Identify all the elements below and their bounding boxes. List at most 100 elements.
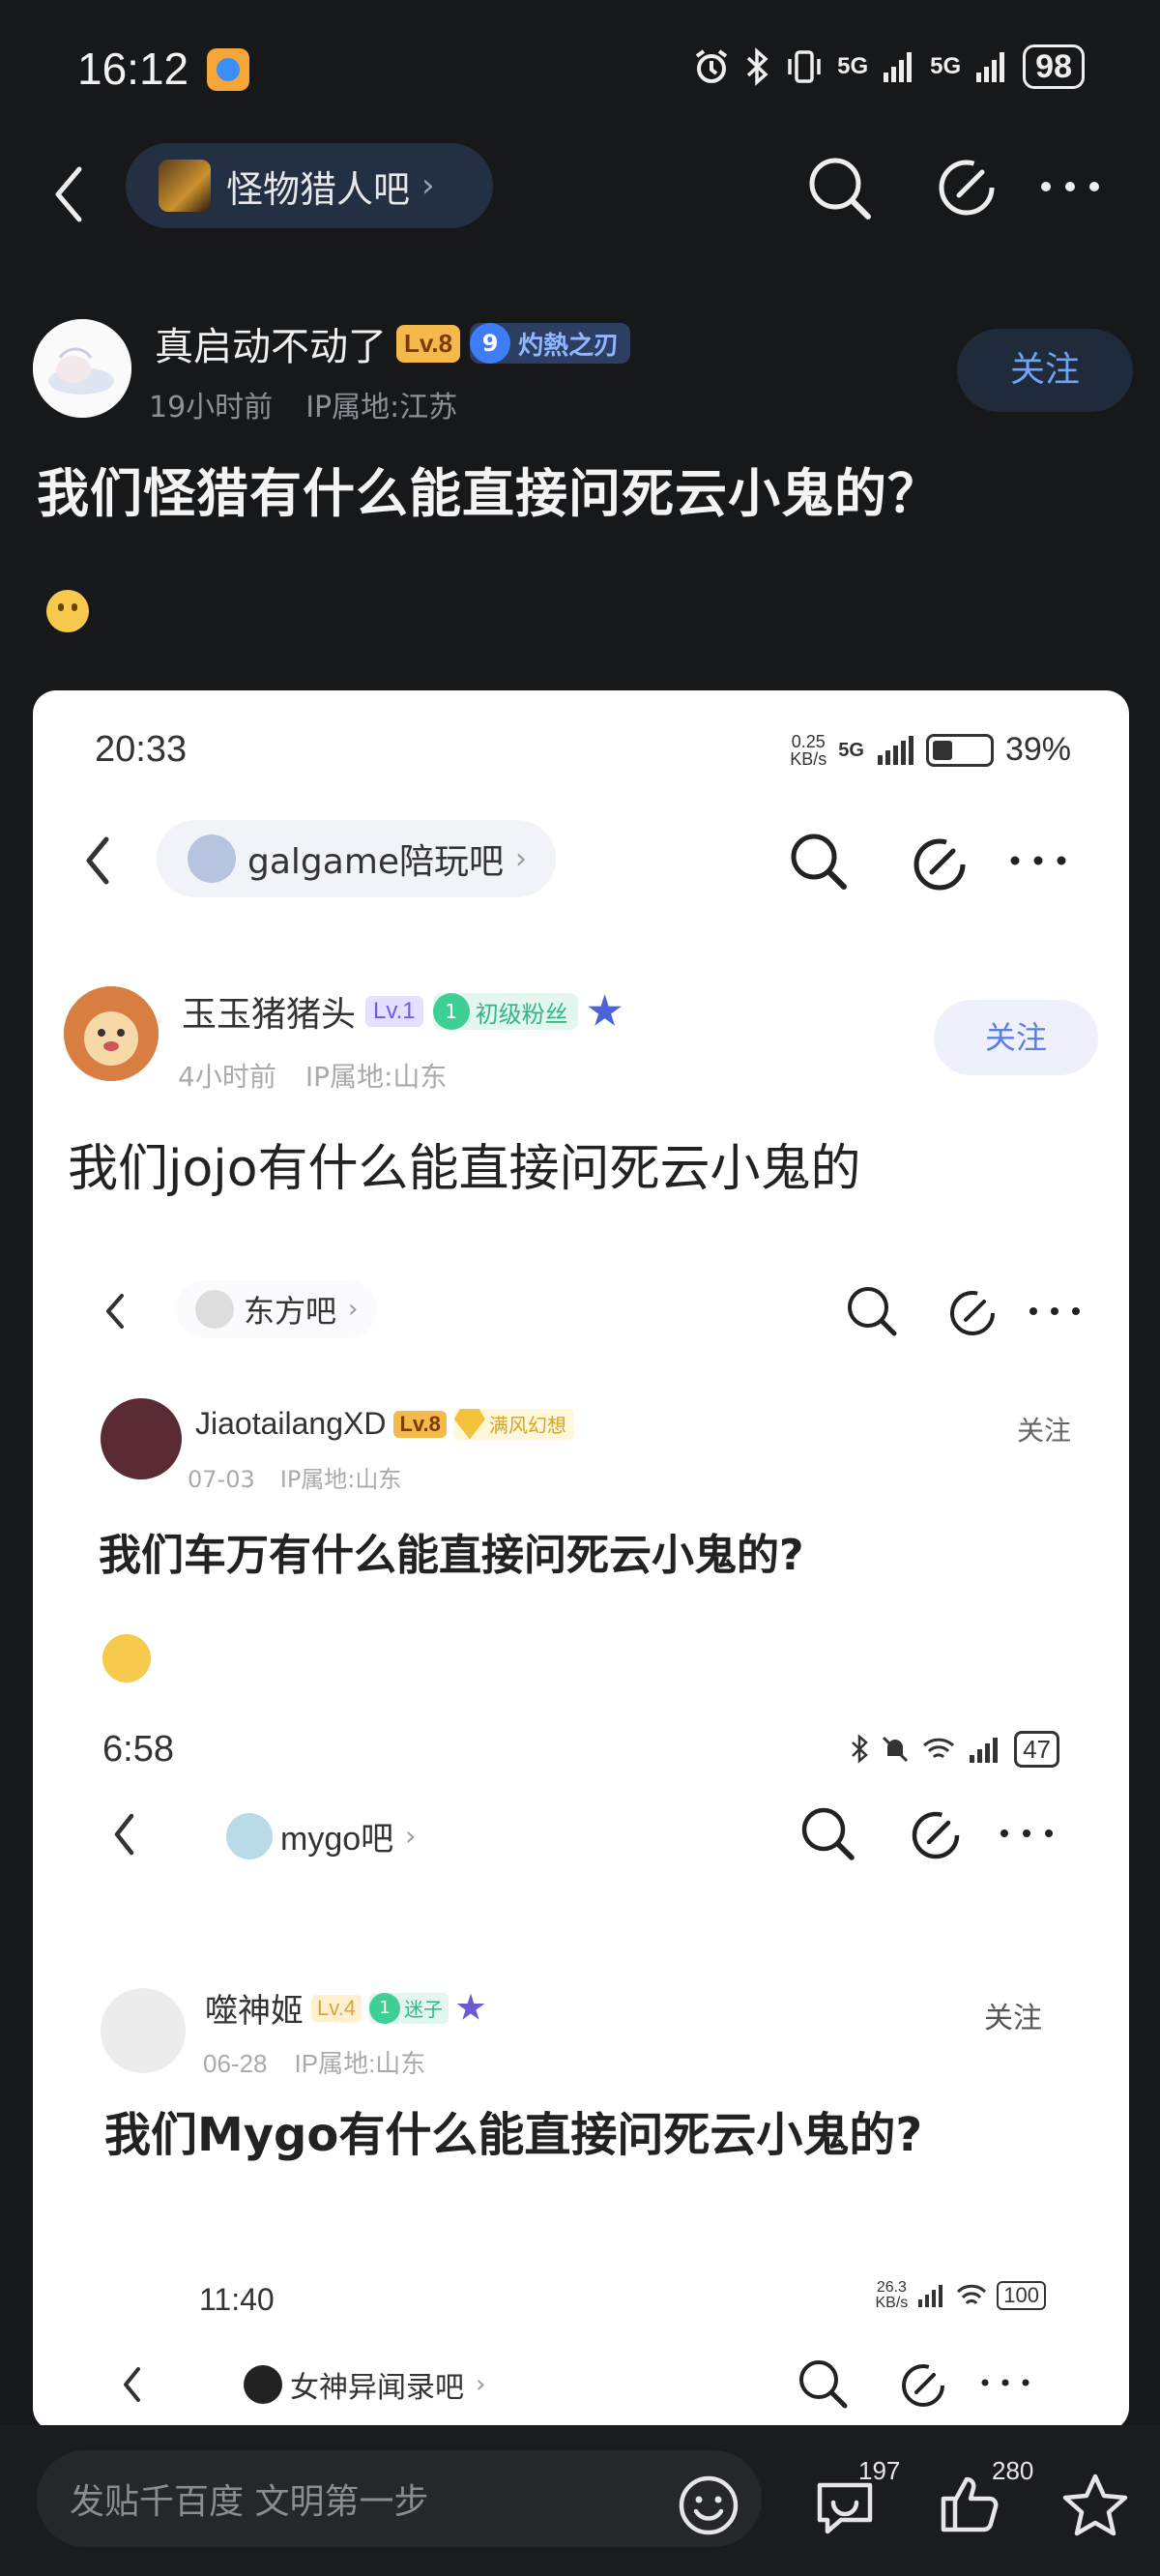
embedded-screenshot[interactable]: 20:33 0.25 KB/s 5G 39% galgame陪玩吧 › 玉玉猪猪… [33,690,1129,2431]
embed2-level-badge: Lv.8 [393,1410,447,1438]
author-name[interactable]: 真启动不动了 [155,315,387,371]
forum-name: 怪物猎人吧 [226,167,411,211]
follow-button[interactable]: 关注 [957,329,1133,412]
edit-post-icon [912,1811,960,1859]
wifi-icon [957,2284,987,2305]
embed3-forum-pill: mygo吧 › [226,1812,416,1859]
embed2-post-date: 07-03 [188,1466,255,1493]
embed-status-time: 20:33 [95,729,188,770]
back-icon [114,1813,134,1856]
status-icons: 5G 5G 98 [692,44,1085,89]
embed3-post-date: 06-28 [203,2049,268,2078]
status-bar: 16:12 5G 5G 98 [0,0,1160,135]
search-icon [848,1287,897,1336]
embed-author-name: 玉玉猪猪头 [182,995,357,1035]
embed-battery-icon [925,733,994,767]
embed3-status-time: 6:58 [102,1729,174,1770]
search-icon [799,2360,848,2409]
embed-net-speed: 0.25 KB/s [790,731,827,769]
embed2-forum-pill: 东方吧 › [176,1280,378,1338]
embed3-fan-badge: 1 迷子 [368,1992,449,2024]
back-icon [124,2367,140,2402]
embed3-forum-name: mygo吧 [280,1821,394,1858]
embed-forum-pill: galgame陪玩吧 › [157,820,557,897]
embed-follow-button: 关注 [934,1000,1098,1075]
embed2-follow-button: 关注 [1016,1415,1071,1447]
more-icon [1000,1830,1053,1837]
embed3-author-avatar [101,1988,186,2073]
bluetooth-icon [852,1734,868,1764]
embed2-post-meta: 07-03 IP属地:山东 [188,1460,401,1494]
edit-post-icon[interactable] [938,155,1000,217]
embed2-tag-label: 满风幻想 [488,1414,566,1437]
mute-bell-icon [883,1736,909,1763]
chevron-right-icon: › [515,841,528,876]
back-icon[interactable] [50,161,89,228]
more-icon [1030,1307,1080,1315]
chevron-right-icon: › [348,1295,359,1324]
star-favorite-icon[interactable] [1061,2472,1129,2537]
embed3-forum-logo [226,1812,273,1859]
search-icon [791,834,847,890]
embed-post-meta: 4小时前 IP属地:山东 [178,1056,447,1095]
signal-label-2: 5G [930,53,962,79]
embed-battery-label: 39% [1004,731,1071,768]
signal-bars-icon [976,52,1005,82]
post-meta: 19小时前 IP属地:江苏 [149,383,457,425]
diamond-icon [453,1408,485,1440]
signal-bars-icon [970,1738,999,1763]
search-icon[interactable] [806,155,874,222]
back-icon [86,836,109,885]
notification-app-icon [207,48,249,91]
embed-post-ip: IP属地:山东 [304,1061,448,1093]
signal-bars-icon [918,2285,943,2307]
chevron-right-icon: › [476,2370,486,2399]
embed-fan-badge: 1 初级粉丝 [432,993,578,1030]
embed3-post-title: 我们Mygo有什么能直接问死云小鬼的? [104,2108,923,2162]
embed-author-row: 玉玉猪猪头 Lv.1 1 初级粉丝 [182,986,623,1037]
chevron-right-icon: › [405,1820,417,1852]
embed4-status-icons: 26.3 KB/s 100 [875,2280,1046,2311]
post-time: 19小时前 [149,391,274,424]
status-time: 16:12 [77,44,189,94]
more-icon[interactable] [1038,172,1102,201]
embed2-post-title: 我们车万有什么能直接问死云小鬼的? [99,1531,804,1580]
embed3-fan-label: 迷子 [403,1998,443,2021]
like-count: 280 [992,2456,1034,2485]
embed3-post-ip: IP属地:山东 [294,2049,426,2078]
signal-label-1: 5G [837,53,869,79]
embed-fan-label: 初级粉丝 [475,1000,568,1028]
post-title: 我们怪猎有什么能直接问死云小鬼的？ [37,463,941,524]
edit-post-icon [902,2364,944,2407]
star-badge-icon [456,1993,485,2020]
star-badge-icon [588,994,622,1026]
back-icon [106,1294,124,1329]
embed2-author-row: JiaotailangXD Lv.8 满风幻想 [195,1406,574,1442]
fan-gem-icon: 1 [368,1992,400,2024]
embed-level-badge: Lv.1 [365,996,423,1027]
title-badge: 9 灼熱之刃 [470,323,631,364]
chevron-right-icon: › [421,166,435,205]
emoji-icon[interactable] [677,2474,740,2537]
level-badge: Lv.8 [396,324,461,363]
search-icon [801,1807,855,1860]
comment-input[interactable]: 发贴千百度 文明第一步 [37,2450,762,2547]
embed3-battery: 47 [1014,1731,1059,1768]
embed3-level-badge: Lv.4 [311,1994,362,2022]
battery-indicator: 98 [1023,44,1085,89]
more-icon [981,2379,1030,2386]
bluetooth-icon [746,47,768,86]
tongue-emoji-icon [102,1634,151,1683]
author-row: 真启动不动了 Lv.8 9 灼熱之刃 [155,315,631,371]
wifi-icon [923,1738,955,1759]
embed-post-title: 我们jojo有什么能直接问死云小鬼的 [68,1140,861,1198]
embed3-follow-button: 关注 [984,2002,1042,2035]
more-icon [1010,856,1066,865]
embed2-forum-name: 东方吧 [244,1293,337,1330]
signal-bars-icon [884,52,913,82]
embed-forum-name: galgame陪玩吧 [247,842,505,882]
forum-pill[interactable]: 怪物猎人吧 › [126,143,493,228]
author-avatar[interactable] [33,319,131,418]
embed2-author-avatar [101,1398,182,1479]
edit-post-icon [950,1291,995,1335]
